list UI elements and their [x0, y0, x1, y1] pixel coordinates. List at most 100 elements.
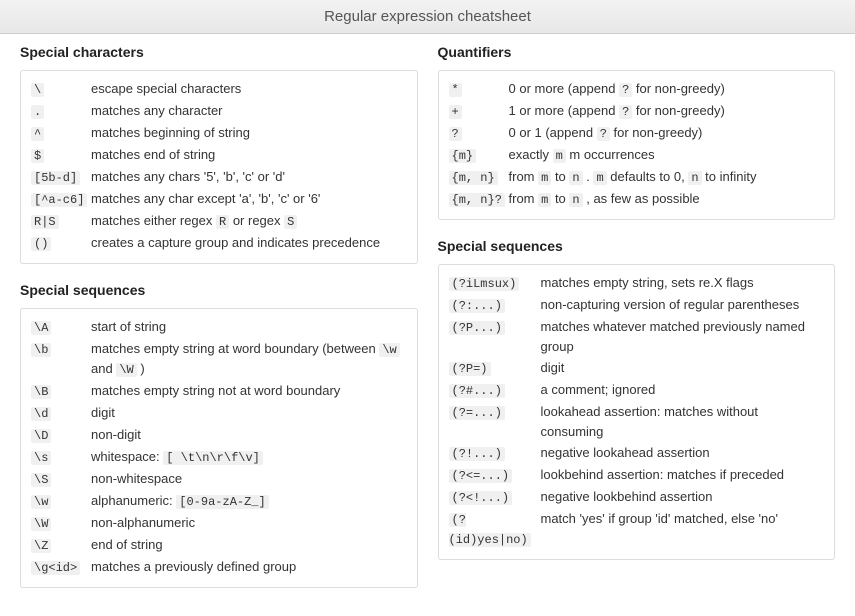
regex-description: non-capturing version of regular parenth…: [541, 295, 825, 315]
cheatsheet-row: (?=...) lookahead assertion: matches with…: [449, 402, 825, 441]
regex-pattern: (?P...): [449, 317, 541, 337]
regex-description: creates a capture group and indicates pr…: [91, 233, 407, 253]
cheatsheet-box: \Astart of string\bmatches empty string …: [20, 308, 418, 588]
inline-code: S: [284, 215, 297, 229]
regex-description: matches beginning of string: [91, 123, 407, 143]
regex-pattern: ?: [449, 123, 509, 143]
pattern-code: {m, n}?: [449, 193, 505, 207]
regex-pattern: \S: [31, 469, 91, 489]
regex-pattern: {m}: [449, 145, 509, 165]
regex-description: from m to n . m defaults to 0, n to infi…: [509, 167, 825, 187]
section-heading: Special sequences: [20, 282, 418, 298]
inline-code: m: [538, 171, 551, 185]
pattern-code: ?: [449, 127, 462, 141]
regex-pattern: {m, n}?: [449, 189, 509, 209]
section-heading: Special sequences: [438, 238, 836, 254]
regex-pattern: (?=...): [449, 402, 541, 422]
cheatsheet-row: (?P=)digit: [449, 358, 825, 378]
regex-description: matches any chars '5', 'b', 'c' or 'd': [91, 167, 407, 187]
cheatsheet-row: ?0 or 1 (append ? for non-greedy): [449, 123, 825, 143]
regex-pattern: \A: [31, 317, 91, 337]
regex-pattern: [^a-c6]: [31, 189, 91, 209]
regex-pattern: ^: [31, 123, 91, 143]
pattern-code: $: [31, 149, 44, 163]
pattern-code: \g<id>: [31, 561, 80, 575]
regex-description: negative lookbehind assertion: [541, 487, 825, 507]
regex-description: negative lookahead assertion: [541, 443, 825, 463]
cheatsheet-row: [5b-d] matches any chars '5', 'b', 'c' or…: [31, 167, 407, 187]
pattern-code: (?!...): [449, 447, 505, 461]
pattern-code: (?<!...): [449, 491, 513, 505]
regex-description: 0 or more (append ? for non-greedy): [509, 79, 825, 99]
section-special-sequences-left: Special sequences \Astart of string\bmat…: [20, 282, 418, 588]
regex-pattern: \d: [31, 403, 91, 423]
regex-pattern: (?(id)yes|no): [449, 509, 541, 549]
pattern-code: R|S: [31, 215, 59, 229]
cheatsheet-row: (?iLmsux)matches empty string, sets re.X…: [449, 273, 825, 293]
regex-description: matches empty string, sets re.X flags: [541, 273, 825, 293]
cheatsheet-row: \d digit: [31, 403, 407, 423]
pattern-code: (?:...): [449, 299, 505, 313]
pattern-code: \s: [31, 451, 51, 465]
cheatsheet-row: \A start of string: [31, 317, 407, 337]
pattern-code: +: [449, 105, 462, 119]
page-title: Regular expression cheatsheet: [0, 0, 855, 34]
pattern-code: \d: [31, 407, 51, 421]
regex-pattern: (?iLmsux): [449, 273, 541, 293]
regex-pattern: \Z: [31, 535, 91, 555]
regex-description: a comment; ignored: [541, 380, 825, 400]
cheatsheet-row: +1 or more (append ? for non-greedy): [449, 101, 825, 121]
regex-description: non-whitespace: [91, 469, 407, 489]
pattern-code: \Z: [31, 539, 51, 553]
cheatsheet-row: \walphanumeric: [0-9a-zA-Z_]: [31, 491, 407, 511]
regex-pattern: (?<=...): [449, 465, 541, 485]
regex-pattern: \g<id>: [31, 557, 91, 577]
regex-description: match 'yes' if group 'id' matched, else …: [541, 509, 825, 529]
regex-pattern: \w: [31, 491, 91, 511]
regex-description: matches whatever matched previously name…: [541, 317, 825, 356]
pattern-code: (?P=): [449, 362, 491, 376]
cheatsheet-row: \Zend of string: [31, 535, 407, 555]
cheatsheet-row: (?!...) negative lookahead assertion: [449, 443, 825, 463]
regex-pattern: R|S: [31, 211, 91, 231]
pattern-code: .: [31, 105, 44, 119]
regex-description: matches any char except 'a', 'b', 'c' or…: [91, 189, 407, 209]
cheatsheet-box: \escape special characters.matches any c…: [20, 70, 418, 264]
cheatsheet-row: (?:...) non-capturing version of regular …: [449, 295, 825, 315]
regex-pattern: (?#...): [449, 380, 541, 400]
cheatsheet-row: R|Smatches either regex R or regex S: [31, 211, 407, 231]
pattern-code: \w: [31, 495, 51, 509]
cheatsheet-row: (?(id)yes|no)match 'yes' if group 'id' m…: [449, 509, 825, 549]
regex-pattern: (): [31, 233, 91, 253]
cheatsheet-box: (?iLmsux)matches empty string, sets re.X…: [438, 264, 836, 560]
cheatsheet-row: \Dnon-digit: [31, 425, 407, 445]
pattern-code: \A: [31, 321, 51, 335]
cheatsheet-row: {m}exactly m m occurrences: [449, 145, 825, 165]
pattern-code: \b: [31, 343, 51, 357]
regex-pattern: \W: [31, 513, 91, 533]
regex-description: digit: [91, 403, 407, 423]
inline-code: [0-9a-zA-Z_]: [176, 495, 268, 509]
section-heading: Special characters: [20, 44, 418, 60]
regex-pattern: (?<!...): [449, 487, 541, 507]
section-heading: Quantifiers: [438, 44, 836, 60]
cheatsheet-row: *0 or more (append ? for non-greedy): [449, 79, 825, 99]
regex-pattern: \: [31, 79, 91, 99]
regex-description: lookahead assertion: matches without con…: [541, 402, 825, 441]
cheatsheet-row: \swhitespace: [ \t\n\r\f\v]: [31, 447, 407, 467]
regex-pattern: (?:...): [449, 295, 541, 315]
pattern-code: \B: [31, 385, 51, 399]
regex-description: non-alphanumeric: [91, 513, 407, 533]
pattern-code: [5b-d]: [31, 171, 80, 185]
cheatsheet-box: *0 or more (append ? for non-greedy)+1 o…: [438, 70, 836, 220]
cheatsheet-row: {m, n}?from m to n , as few as possible: [449, 189, 825, 209]
inline-code: R: [216, 215, 229, 229]
regex-description: start of string: [91, 317, 407, 337]
regex-pattern: (?P=): [449, 358, 541, 378]
cheatsheet-row: \bmatches empty string at word boundary …: [31, 339, 407, 379]
cheatsheet-row: (?#...)a comment; ignored: [449, 380, 825, 400]
regex-description: matches empty string not at word boundar…: [91, 381, 407, 401]
pattern-code: (?=...): [449, 406, 505, 420]
regex-pattern: [5b-d]: [31, 167, 91, 187]
regex-pattern: \B: [31, 381, 91, 401]
